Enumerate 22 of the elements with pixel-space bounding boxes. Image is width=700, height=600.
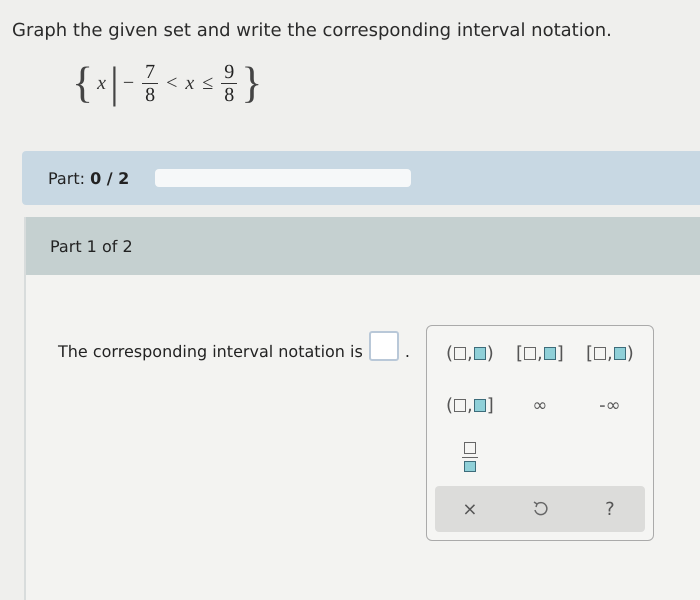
period-text: . [404,342,410,361]
symbol-button[interactable]: -∞ [595,390,625,420]
interval-template-button[interactable]: ( , ) [442,338,498,368]
empty-slot-icon [454,398,466,412]
undo-icon [532,500,548,518]
symbol-button[interactable]: ∞ [528,390,552,420]
action-button[interactable]: ? [601,494,619,524]
empty-slot-icon [594,346,606,360]
empty-slot-icon [454,346,466,360]
interval-template-button[interactable]: [ , ) [582,338,638,368]
part-header: Part 1 of 2 [26,217,700,275]
active-slot-icon [614,346,626,360]
active-slot-icon [474,346,486,360]
empty-slot-icon [524,346,536,360]
part-progress-label: Part: 0 / 2 [48,168,130,188]
interval-template-button[interactable]: ( , ] [442,390,498,420]
active-slot-icon [544,346,556,360]
question-text: The corresponding interval notation is [58,342,363,361]
interval-template-button[interactable]: [ , ] [512,338,568,368]
action-button[interactable]: × [458,494,482,524]
active-slot-icon [474,398,486,412]
instruction-text: Graph the given set and write the corresponding interval notation. [11,19,613,41]
